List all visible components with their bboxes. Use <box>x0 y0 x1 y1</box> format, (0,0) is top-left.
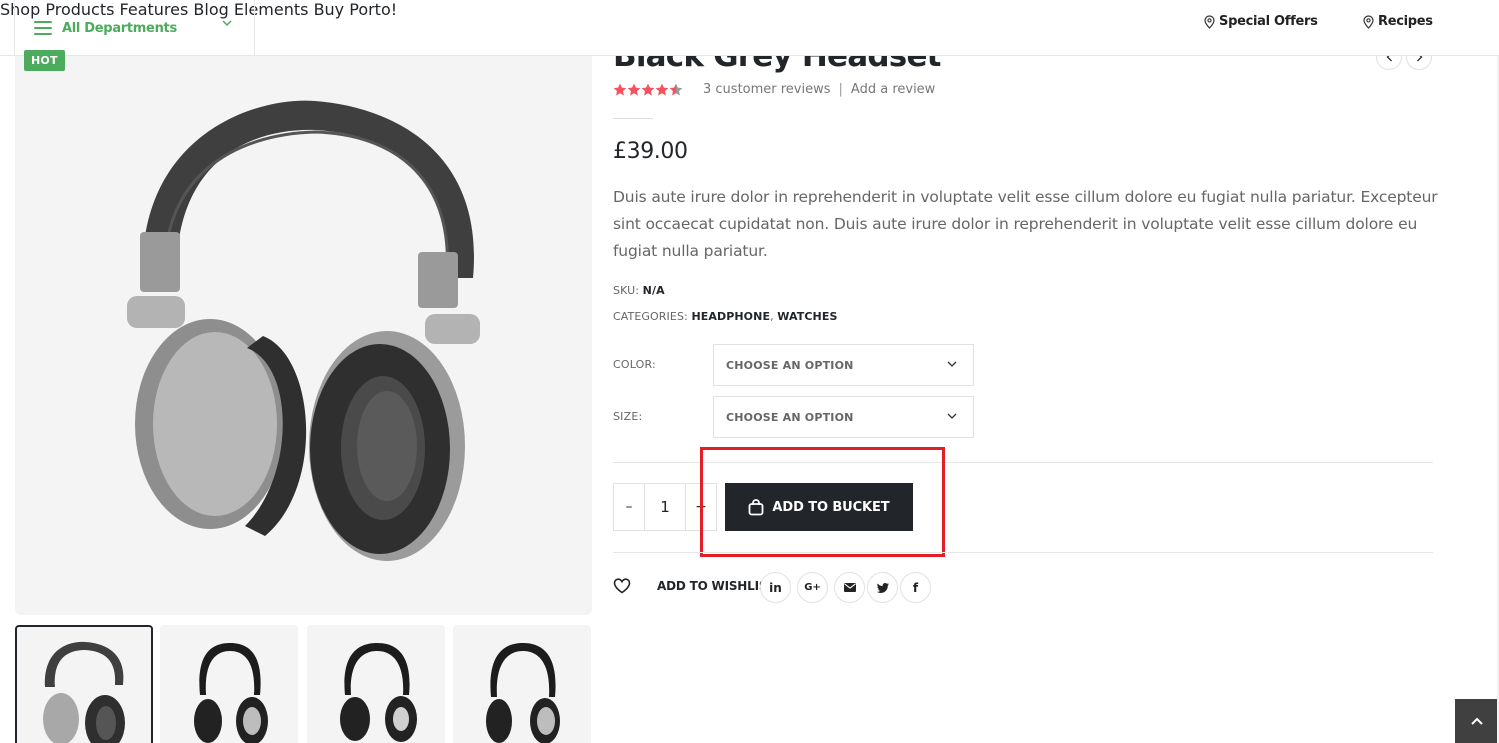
color-label: COLOR: <box>613 358 656 371</box>
quantity-stepper: – 1 + <box>613 483 717 531</box>
scroll-to-top-button[interactable] <box>1455 699 1499 743</box>
thumbnail-4[interactable] <box>453 625 591 743</box>
top-navigation-bar: All Departments Shop Products Features B… <box>0 0 1499 56</box>
add-to-wishlist-label: ADD TO WISHLIST <box>657 579 776 593</box>
star-icon <box>613 83 627 96</box>
reviews-row: 3 customer reviews | Add a review <box>703 82 935 97</box>
map-pin-icon <box>1363 14 1374 29</box>
facebook-icon: f <box>912 580 919 595</box>
map-pin-icon <box>1204 14 1215 29</box>
all-departments-label: All Departments <box>62 20 177 36</box>
divider <box>613 552 1433 553</box>
recipes-label: Recipes <box>1378 14 1433 29</box>
headphones-image <box>127 100 480 561</box>
size-select-value: CHOOSE AN OPTION <box>726 410 854 424</box>
share-email-button[interactable] <box>834 572 865 603</box>
sku-label: SKU: <box>613 284 640 297</box>
linkedin-icon: in <box>769 580 782 595</box>
shopping-bag-icon <box>749 498 764 515</box>
quantity-decrease-button[interactable]: – <box>614 484 644 530</box>
divider <box>613 462 1433 463</box>
size-label: SIZE: <box>613 410 643 423</box>
twitter-icon <box>876 582 889 593</box>
product-price: £39.00 <box>613 139 688 164</box>
all-departments-menu[interactable]: All Departments <box>14 0 255 56</box>
star-icon <box>627 83 641 96</box>
star-icon <box>641 83 655 96</box>
nav-link-buy-porto[interactable]: Buy Porto! <box>314 0 398 19</box>
quantity-increase-button[interactable]: + <box>686 484 716 530</box>
thumbnail-3[interactable] <box>307 625 445 743</box>
reviews-separator: | <box>838 82 843 97</box>
chevron-down-icon <box>947 413 957 419</box>
heart-icon <box>613 578 631 594</box>
add-to-wishlist-link[interactable]: ADD TO WISHLIST <box>613 578 775 594</box>
share-google-plus-button[interactable]: G+ <box>797 572 828 603</box>
product-description: Duis aute irure dolor in reprehenderit i… <box>613 188 1438 260</box>
quantity-input[interactable]: 1 <box>644 484 686 530</box>
share-twitter-button[interactable] <box>867 572 898 603</box>
chevron-up-icon <box>1471 717 1483 725</box>
email-icon <box>843 583 856 592</box>
divider <box>613 118 653 119</box>
headphones-thumbnail <box>486 643 560 743</box>
category-separator: , <box>770 310 774 323</box>
chevron-down-icon <box>222 20 232 27</box>
sku-value: N/A <box>642 284 665 297</box>
headphones-thumbnail <box>340 643 417 742</box>
category-link-watches[interactable]: WATCHES <box>777 310 837 323</box>
share-linkedin-button[interactable]: in <box>760 572 791 603</box>
thumbnail-strip <box>15 625 592 743</box>
hot-badge: HOT <box>24 50 65 71</box>
star-icon <box>655 83 669 96</box>
category-link-headphone[interactable]: HEADPHONE <box>691 310 770 323</box>
star-icon <box>669 83 683 96</box>
add-review-link[interactable]: Add a review <box>851 82 935 97</box>
chevron-down-icon <box>947 361 957 367</box>
thumbnail-2[interactable] <box>160 625 298 743</box>
special-offers-label: Special Offers <box>1219 14 1318 29</box>
thumbnail-1[interactable] <box>15 625 153 743</box>
recipes-link[interactable]: Recipes <box>1363 14 1433 29</box>
add-to-bucket-label: ADD TO BUCKET <box>772 499 890 515</box>
headphones-thumbnail <box>194 643 268 743</box>
size-select[interactable]: CHOOSE AN OPTION <box>713 396 974 438</box>
categories-row: CATEGORIES: HEADPHONE, WATCHES <box>613 310 838 323</box>
product-main-image[interactable] <box>15 56 592 615</box>
sku-row: SKU: N/A <box>613 284 665 297</box>
google-plus-icon: G+ <box>804 582 821 593</box>
add-to-bucket-button[interactable]: ADD TO BUCKET <box>725 483 913 531</box>
special-offers-link[interactable]: Special Offers <box>1204 14 1318 29</box>
color-select-value: CHOOSE AN OPTION <box>726 358 854 372</box>
headphones-thumbnail <box>43 641 125 743</box>
color-select[interactable]: CHOOSE AN OPTION <box>713 344 974 386</box>
categories-label: CATEGORIES: <box>613 310 688 323</box>
hamburger-icon <box>34 21 52 35</box>
rating-stars <box>613 83 683 97</box>
share-facebook-button[interactable]: f <box>900 572 931 603</box>
customer-reviews-link[interactable]: 3 customer reviews <box>703 82 831 97</box>
